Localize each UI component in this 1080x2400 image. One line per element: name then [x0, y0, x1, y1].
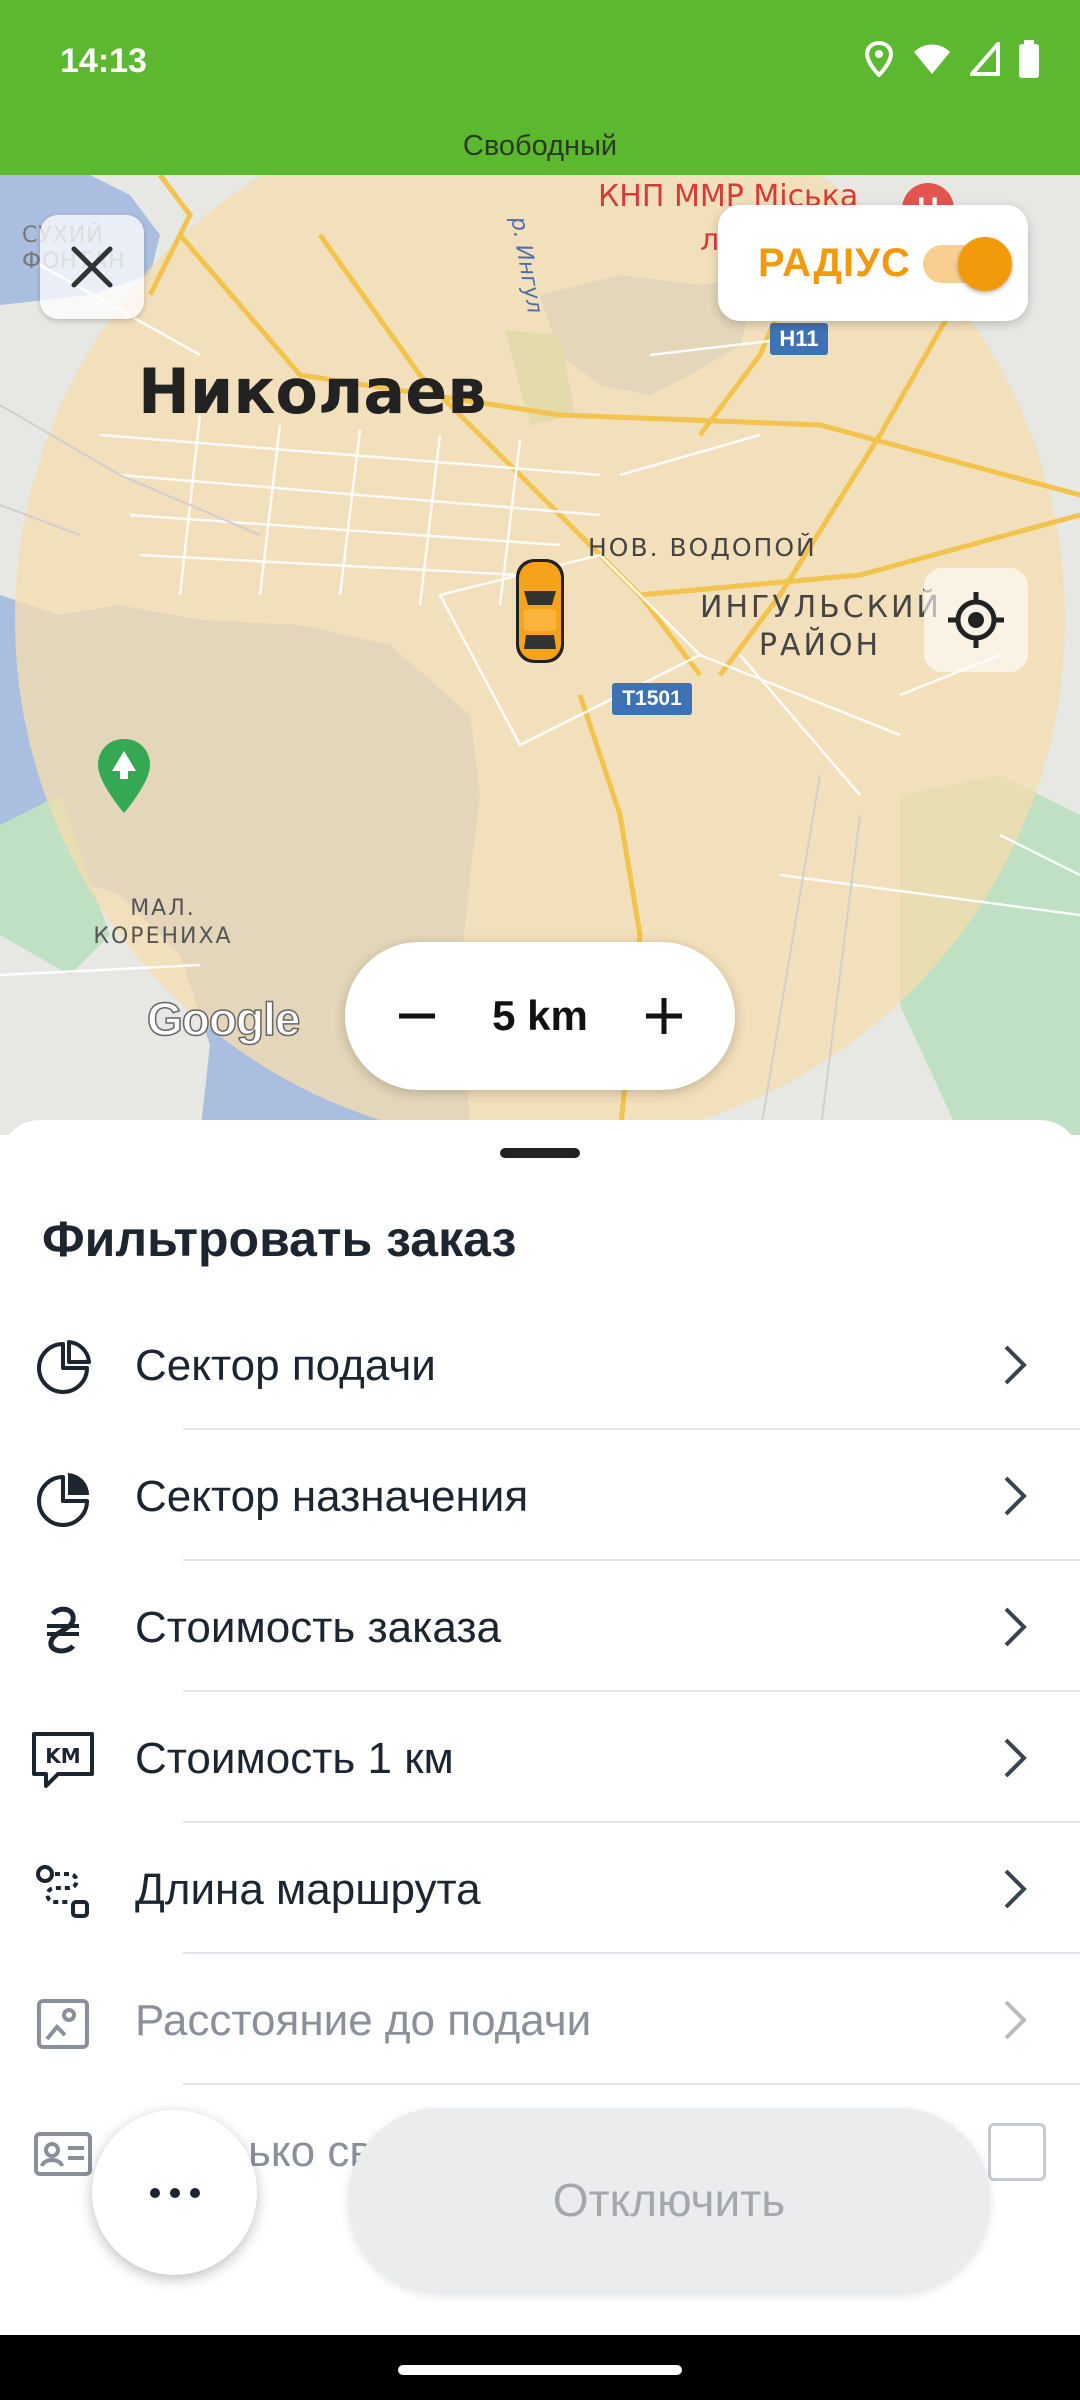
radius-zoom-control: 5 km: [345, 942, 735, 1090]
pie-sector-icon: [30, 1335, 96, 1401]
filter-item-label: Стоимость 1 км: [135, 1734, 454, 1783]
more-icon: [149, 2187, 200, 2198]
park-marker-icon: [98, 739, 150, 813]
chevron-right-icon: [1004, 1738, 1027, 1778]
svg-text:KM: KM: [45, 1744, 80, 1768]
signal-icon: [970, 42, 1000, 76]
map-label-area-bottom: МАЛ. КОРЕНИХА: [93, 896, 233, 949]
system-nav-bar: [0, 2335, 1080, 2400]
driver-status: Свободный: [462, 130, 618, 162]
filter-item-label: Расстояние до подачи: [135, 1996, 592, 2045]
route-icon: [30, 1859, 96, 1925]
chevron-right-icon: [1004, 1607, 1027, 1647]
chevron-right-icon: [1004, 2000, 1027, 2040]
road-shield-t1501: T1501: [612, 683, 692, 715]
home-gesture-handle[interactable]: [398, 2365, 682, 2375]
filter-item-pickup-distance[interactable]: Расстояние до подачи: [0, 1954, 1080, 2085]
filter-item-order-price[interactable]: Стоимость заказа: [0, 1561, 1080, 1692]
battery-icon: [1019, 40, 1039, 78]
hryvnia-icon: [30, 1597, 96, 1663]
map-pin-card-icon: [30, 1990, 96, 2056]
filter-item-label: Стоимость заказа: [135, 1603, 501, 1652]
close-button[interactable]: [40, 215, 144, 319]
chevron-right-icon: [1004, 1869, 1027, 1909]
filter-item-destination-sector[interactable]: Сектор назначения: [0, 1430, 1080, 1561]
status-bar: 14:13 Свободный: [0, 0, 1080, 175]
road-shield-h11: H11: [770, 323, 828, 355]
radius-value: 5 km: [492, 992, 588, 1039]
filter-item-price-per-km[interactable]: KM Стоимость 1 км: [0, 1692, 1080, 1823]
radius-toggle-card[interactable]: РАДІУС: [718, 205, 1028, 321]
car-icon: [516, 559, 564, 663]
only-own-checkbox[interactable]: [988, 2123, 1046, 2181]
close-icon: [71, 246, 113, 288]
filter-item-label: Длина маршрута: [135, 1865, 481, 1914]
more-button[interactable]: [92, 2110, 257, 2275]
zoom-in-button[interactable]: [627, 979, 701, 1053]
location-icon: [864, 41, 894, 77]
map-label-district: ИНГУЛЬСКИЙ РАЙОН: [700, 590, 942, 663]
crosshair-icon: [948, 592, 1004, 648]
filter-item-pickup-sector[interactable]: Сектор подачи: [0, 1299, 1080, 1430]
zoom-out-button[interactable]: [380, 979, 454, 1053]
status-icons: [864, 40, 1040, 78]
sheet-title: Фильтровать заказ: [42, 1211, 517, 1267]
chevron-right-icon: [1004, 1476, 1027, 1516]
google-logo: Google: [146, 992, 301, 1046]
km-chat-icon: KM: [30, 1728, 96, 1794]
disable-button[interactable]: Отключить: [348, 2108, 990, 2292]
chevron-right-icon: [1004, 1345, 1027, 1385]
my-location-button[interactable]: [924, 568, 1028, 672]
map-label-neighborhood: НОВ. ВОДОПОЙ: [588, 533, 817, 562]
wifi-icon: [914, 44, 950, 74]
id-card-icon: [30, 2121, 96, 2187]
sheet-drag-handle[interactable]: [500, 1148, 580, 1158]
minus-icon: [399, 1013, 435, 1019]
filter-item-label: Сектор подачи: [135, 1341, 436, 1390]
filter-item-label: Сектор назначения: [135, 1472, 529, 1521]
filter-item-route-length[interactable]: Длина маршрута: [0, 1823, 1080, 1954]
pie-filled-icon: [30, 1466, 96, 1532]
map-label-poi-2: л: [700, 223, 720, 258]
radius-label: РАДІУС: [758, 241, 911, 285]
status-time: 14:13: [60, 42, 147, 80]
radius-toggle-knob[interactable]: [958, 237, 1012, 291]
map-label-city: Николаев: [138, 355, 487, 428]
plus-icon: [646, 998, 682, 1034]
